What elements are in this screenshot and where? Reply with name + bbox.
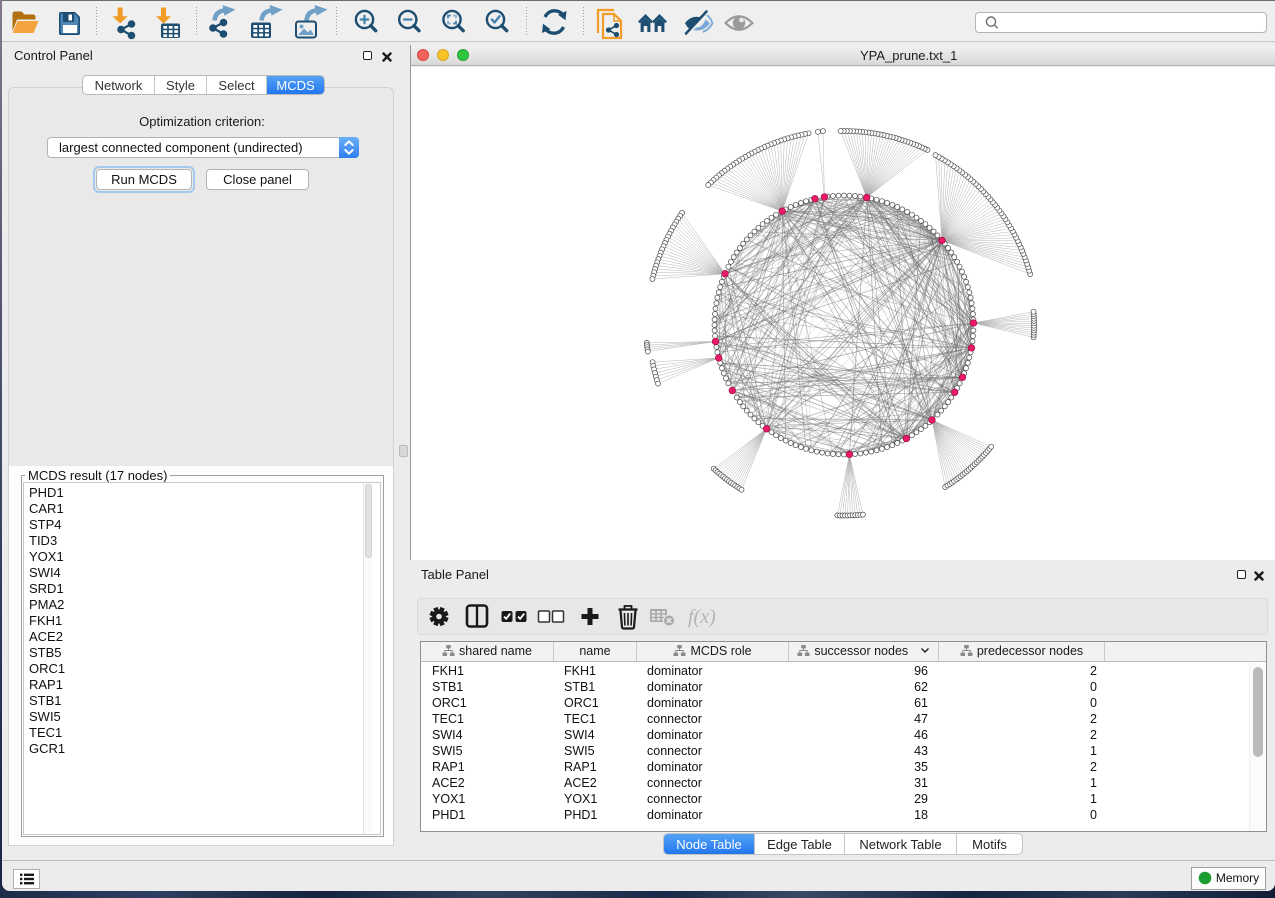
svg-text:f(x): f(x) — [688, 606, 716, 628]
